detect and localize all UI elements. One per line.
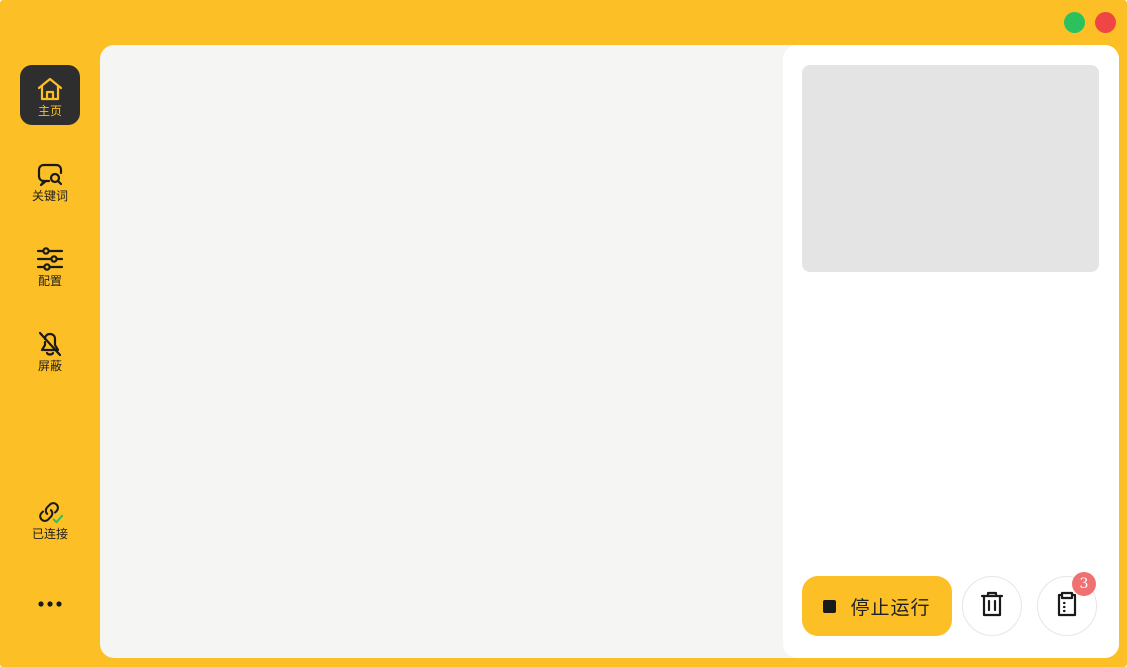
connection-status[interactable]: 已连接 <box>20 488 80 548</box>
sidebar-item-label: 主页 <box>37 103 62 118</box>
sidebar-item-keywords[interactable]: 关键词 <box>20 150 80 210</box>
home-icon <box>36 75 64 103</box>
sidebar-item-label: 关键词 <box>31 188 68 203</box>
clear-button[interactable] <box>962 576 1022 636</box>
sliders-icon <box>36 245 64 273</box>
link-check-icon <box>36 498 64 526</box>
sidebar-item-label: 屏蔽 <box>37 358 62 373</box>
sidebar: 主页 关键词 配置 屏蔽 已连接 <box>0 45 100 667</box>
sidebar-item-home[interactable]: 主页 <box>20 65 80 125</box>
stop-icon <box>823 599 837 613</box>
more-button[interactable] <box>30 590 70 614</box>
sidebar-item-config[interactable]: 配置 <box>20 235 80 295</box>
maximize-button[interactable] <box>1064 12 1085 33</box>
search-chat-icon <box>36 160 64 188</box>
stop-label: 停止运行 <box>850 596 931 619</box>
app-window: 主页 关键词 配置 屏蔽 已连接 停止运行 3 <box>0 0 1127 667</box>
sidebar-item-label: 配置 <box>37 273 62 288</box>
main-panel: 停止运行 3 <box>100 45 1119 658</box>
notification-badge: 3 <box>1072 572 1096 596</box>
stop-running-button[interactable]: 停止运行 <box>802 576 952 636</box>
preview-area <box>802 65 1099 272</box>
sidebar-item-block[interactable]: 屏蔽 <box>20 320 80 380</box>
more-dots-icon <box>37 593 63 612</box>
connection-label: 已连接 <box>31 526 68 541</box>
close-button[interactable] <box>1095 12 1116 33</box>
trash-icon <box>979 590 1005 622</box>
right-panel: 停止运行 3 <box>783 45 1119 658</box>
clipboard-icon <box>1054 590 1080 622</box>
bell-off-icon <box>36 330 64 358</box>
